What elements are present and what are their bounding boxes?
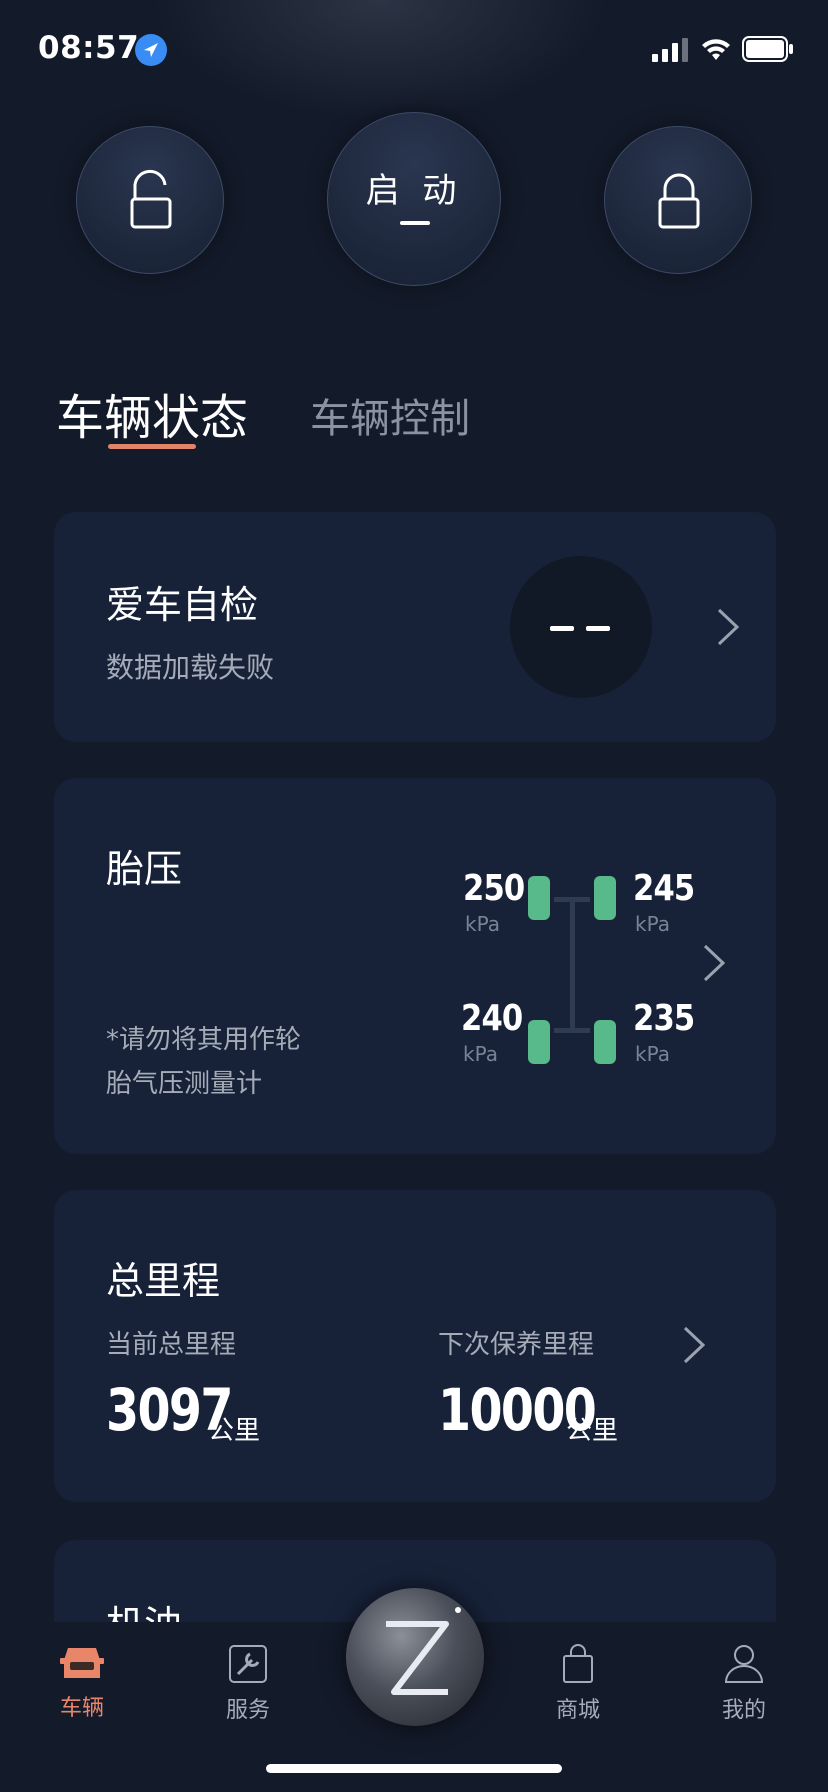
wheel-rear-left <box>528 1020 550 1064</box>
self-check-subtitle: 数据加载失败 <box>106 651 275 684</box>
self-check-score <box>510 556 652 698</box>
start-status-dash <box>400 221 430 225</box>
tab-vehicle-status[interactable]: 车辆状态 <box>56 378 248 448</box>
tabbar-label-profile: 我的 <box>721 1698 766 1723</box>
lock-button[interactable] <box>604 126 752 274</box>
self-check-card[interactable]: 爱车自检 数据加载失败 <box>54 512 776 742</box>
current-mileage-unit: 公里 <box>208 1416 261 1446</box>
tabbar-item-store[interactable]: 商城 <box>528 1644 628 1724</box>
tire-front-right-unit: kPa <box>635 912 670 936</box>
chevron-right-icon <box>717 608 740 646</box>
next-service-label: 下次保养里程 <box>438 1330 595 1360</box>
unlock-button[interactable] <box>76 126 224 274</box>
tire-pressure-title: 胎压 <box>106 847 183 891</box>
tire-rear-right-value: 235 <box>633 998 695 1039</box>
signal-icon <box>652 38 688 62</box>
battery-icon <box>742 36 793 62</box>
start-engine-button[interactable]: 启 动 <box>327 112 501 286</box>
wheel-rear-right <box>594 1020 616 1064</box>
profile-icon <box>724 1645 764 1683</box>
home-indicator <box>266 1764 562 1773</box>
z-logo-button[interactable] <box>346 1588 484 1726</box>
tabbar-label-service: 服务 <box>225 1698 270 1723</box>
wrench-icon <box>229 1645 267 1683</box>
tire-pressure-card[interactable]: 胎压 *请勿将其用作轮胎气压测量计 250 kPa 245 kPa 240 kP… <box>54 778 776 1154</box>
chevron-right-icon <box>703 944 726 982</box>
tab-active-indicator <box>108 444 196 449</box>
shopping-bag-icon <box>563 1644 593 1683</box>
tab-vehicle-control[interactable]: 车辆控制 <box>310 386 470 444</box>
tabbar-item-service[interactable]: 服务 <box>198 1644 298 1724</box>
lock-icon <box>658 173 700 229</box>
tabbar-label-store: 商城 <box>555 1698 600 1723</box>
z-logo-icon <box>386 1607 461 1695</box>
mileage-title: 总里程 <box>106 1259 221 1303</box>
wheel-front-right <box>594 876 616 920</box>
tire-front-left-value: 250 <box>463 868 525 909</box>
tire-rear-left-unit: kPa <box>463 1042 498 1066</box>
self-check-title: 爱车自检 <box>106 583 259 627</box>
current-mileage-label: 当前总里程 <box>106 1330 237 1360</box>
location-arrow-icon <box>135 34 167 66</box>
wheel-front-left <box>528 876 550 920</box>
next-service-unit: 公里 <box>566 1416 619 1446</box>
tire-rear-left-value: 240 <box>461 998 523 1039</box>
tire-front-right-value: 245 <box>633 868 695 909</box>
tabbar-item-vehicle[interactable]: 车辆 <box>32 1644 132 1722</box>
status-bar: 08:57 <box>0 0 828 100</box>
tire-front-left-unit: kPa <box>465 912 500 936</box>
tabbar-label-vehicle: 车辆 <box>59 1696 104 1721</box>
mileage-card[interactable]: 总里程 当前总里程 3097 公里 下次保养里程 10000 公里 <box>54 1190 776 1502</box>
chevron-right-icon <box>683 1326 706 1364</box>
wifi-icon <box>702 39 730 60</box>
status-time: 08:57 <box>38 30 140 66</box>
car-icon <box>60 1648 104 1678</box>
tire-pressure-note: *请勿将其用作轮胎气压测量计 <box>106 1025 302 1099</box>
tire-rear-right-unit: kPa <box>635 1042 670 1066</box>
unlock-icon <box>130 169 172 229</box>
start-label: 启 动 <box>365 171 463 211</box>
tabbar-item-profile[interactable]: 我的 <box>694 1644 794 1724</box>
